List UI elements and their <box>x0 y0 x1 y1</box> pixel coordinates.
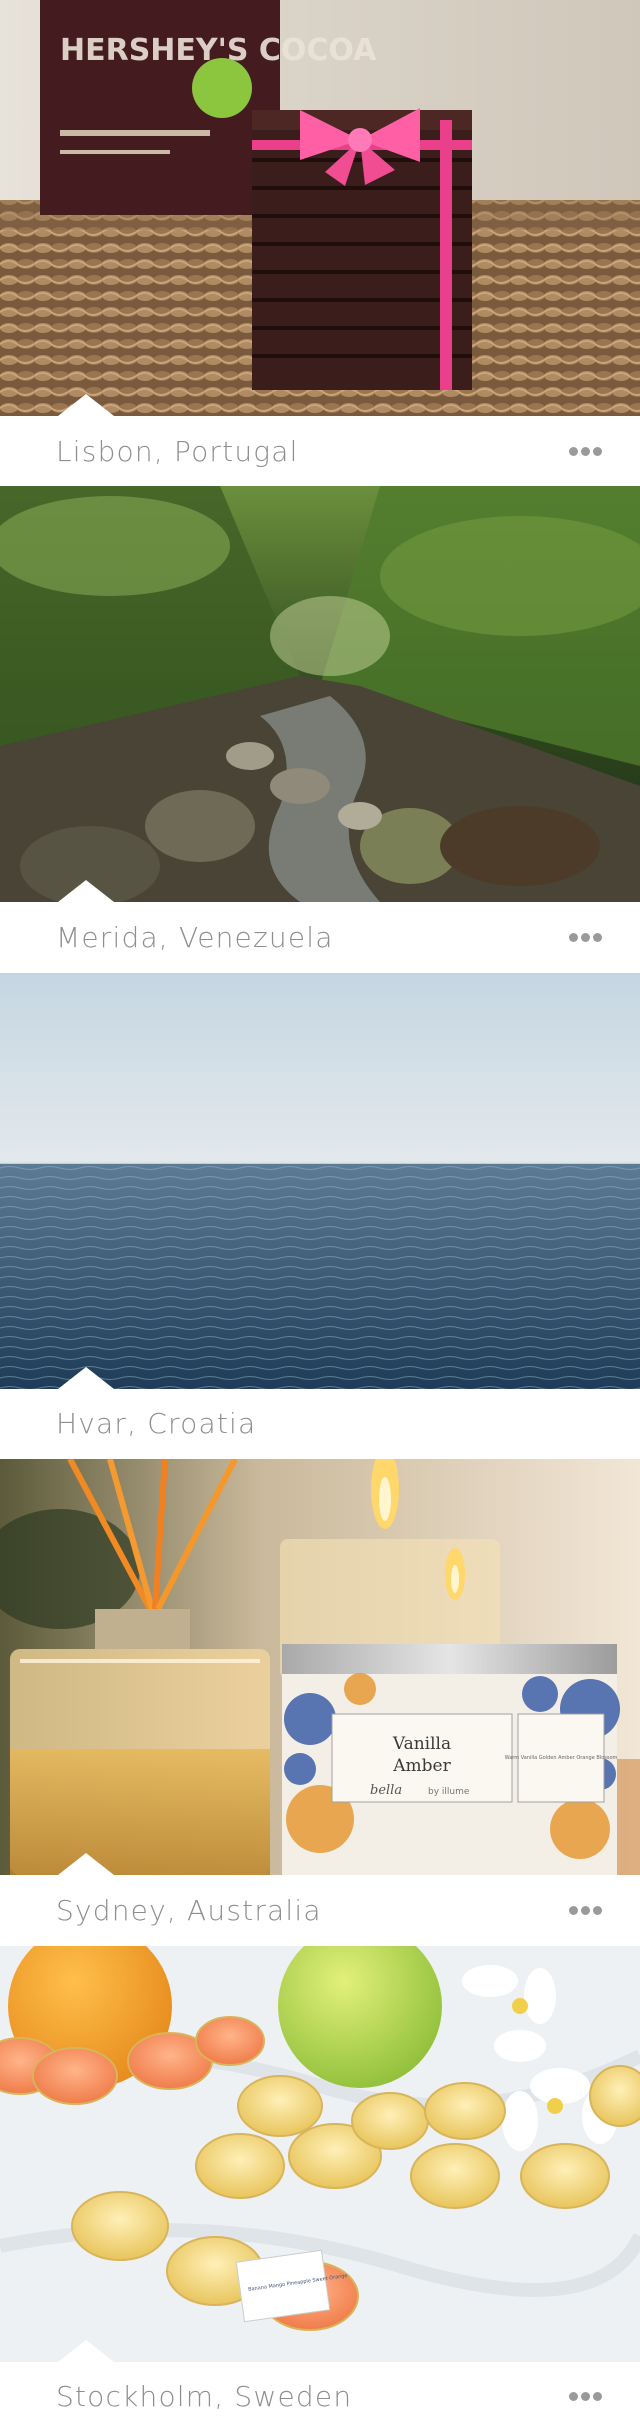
more-icon <box>581 446 590 456</box>
tealights-fruit-photo[interactable]: Banana Mango Pineapple Sweet Orange <box>0 1945 640 2362</box>
candle-by: by illume <box>428 1787 470 1797</box>
candles-diffuser-photo[interactable]: Vanilla Amber bella by illume Warm Vanil… <box>0 1459 640 1876</box>
card-caption: Merida, Venezuela <box>0 880 640 973</box>
more-button[interactable] <box>569 1898 602 1923</box>
more-icon <box>569 933 578 943</box>
sea-horizon-photo[interactable] <box>0 972 640 1389</box>
caption-pointer <box>58 1853 114 1876</box>
more-icon <box>581 1905 590 1915</box>
location-label[interactable]: Merida, Venezuela <box>56 921 334 954</box>
location-label[interactable]: Hvar, Croatia <box>56 1407 256 1440</box>
more-icon <box>593 2392 602 2402</box>
card-caption: Stockholm, Sweden <box>0 2339 640 2432</box>
caption-pointer <box>58 394 114 416</box>
more-icon <box>593 1905 602 1915</box>
photo-feed: HERSHEY'S COCOA Lisbon, Portugal Merida,… <box>0 0 640 2432</box>
feed-card[interactable]: Merida, Venezuela <box>0 486 640 973</box>
feed-card[interactable]: HERSHEY'S COCOA Lisbon, Portugal <box>0 0 640 487</box>
more-button[interactable] <box>569 925 602 950</box>
more-icon <box>581 933 590 943</box>
more-button[interactable] <box>569 2384 602 2409</box>
candle-brand: bella <box>370 1783 402 1798</box>
location-label[interactable]: Sydney, Australia <box>56 1894 322 1927</box>
card-caption: Sydney, Australia <box>0 1853 640 1946</box>
caption-pointer <box>58 880 114 903</box>
candle-label-line1: Vanilla <box>392 1734 451 1754</box>
caption-pointer <box>58 2339 114 2362</box>
feed-card[interactable]: Vanilla Amber bella by illume Warm Vanil… <box>0 1459 640 1946</box>
more-icon <box>593 933 602 943</box>
more-icon <box>569 2392 578 2402</box>
more-icon <box>593 446 602 456</box>
jungle-stream-photo[interactable] <box>0 486 640 903</box>
more-button[interactable] <box>569 439 602 464</box>
card-caption: Hvar, Croatia <box>0 1366 640 1460</box>
candle-side-label: Warm Vanilla Golden Amber Orange Blossom <box>505 1755 618 1761</box>
more-icon <box>569 446 578 456</box>
more-icon <box>581 2392 590 2402</box>
chocolate-bars-photo[interactable]: HERSHEY'S COCOA <box>0 0 640 416</box>
more-icon <box>569 1905 578 1915</box>
location-label[interactable]: Stockholm, Sweden <box>56 2380 352 2413</box>
location-label[interactable]: Lisbon, Portugal <box>56 435 299 468</box>
card-caption: Lisbon, Portugal <box>0 394 640 487</box>
feed-card[interactable]: Hvar, Croatia <box>0 972 640 1460</box>
candle-label-line2: Amber <box>392 1756 451 1776</box>
caption-pointer <box>58 1366 114 1389</box>
feed-card[interactable]: Banana Mango Pineapple Sweet Orange Stoc… <box>0 1945 640 2432</box>
